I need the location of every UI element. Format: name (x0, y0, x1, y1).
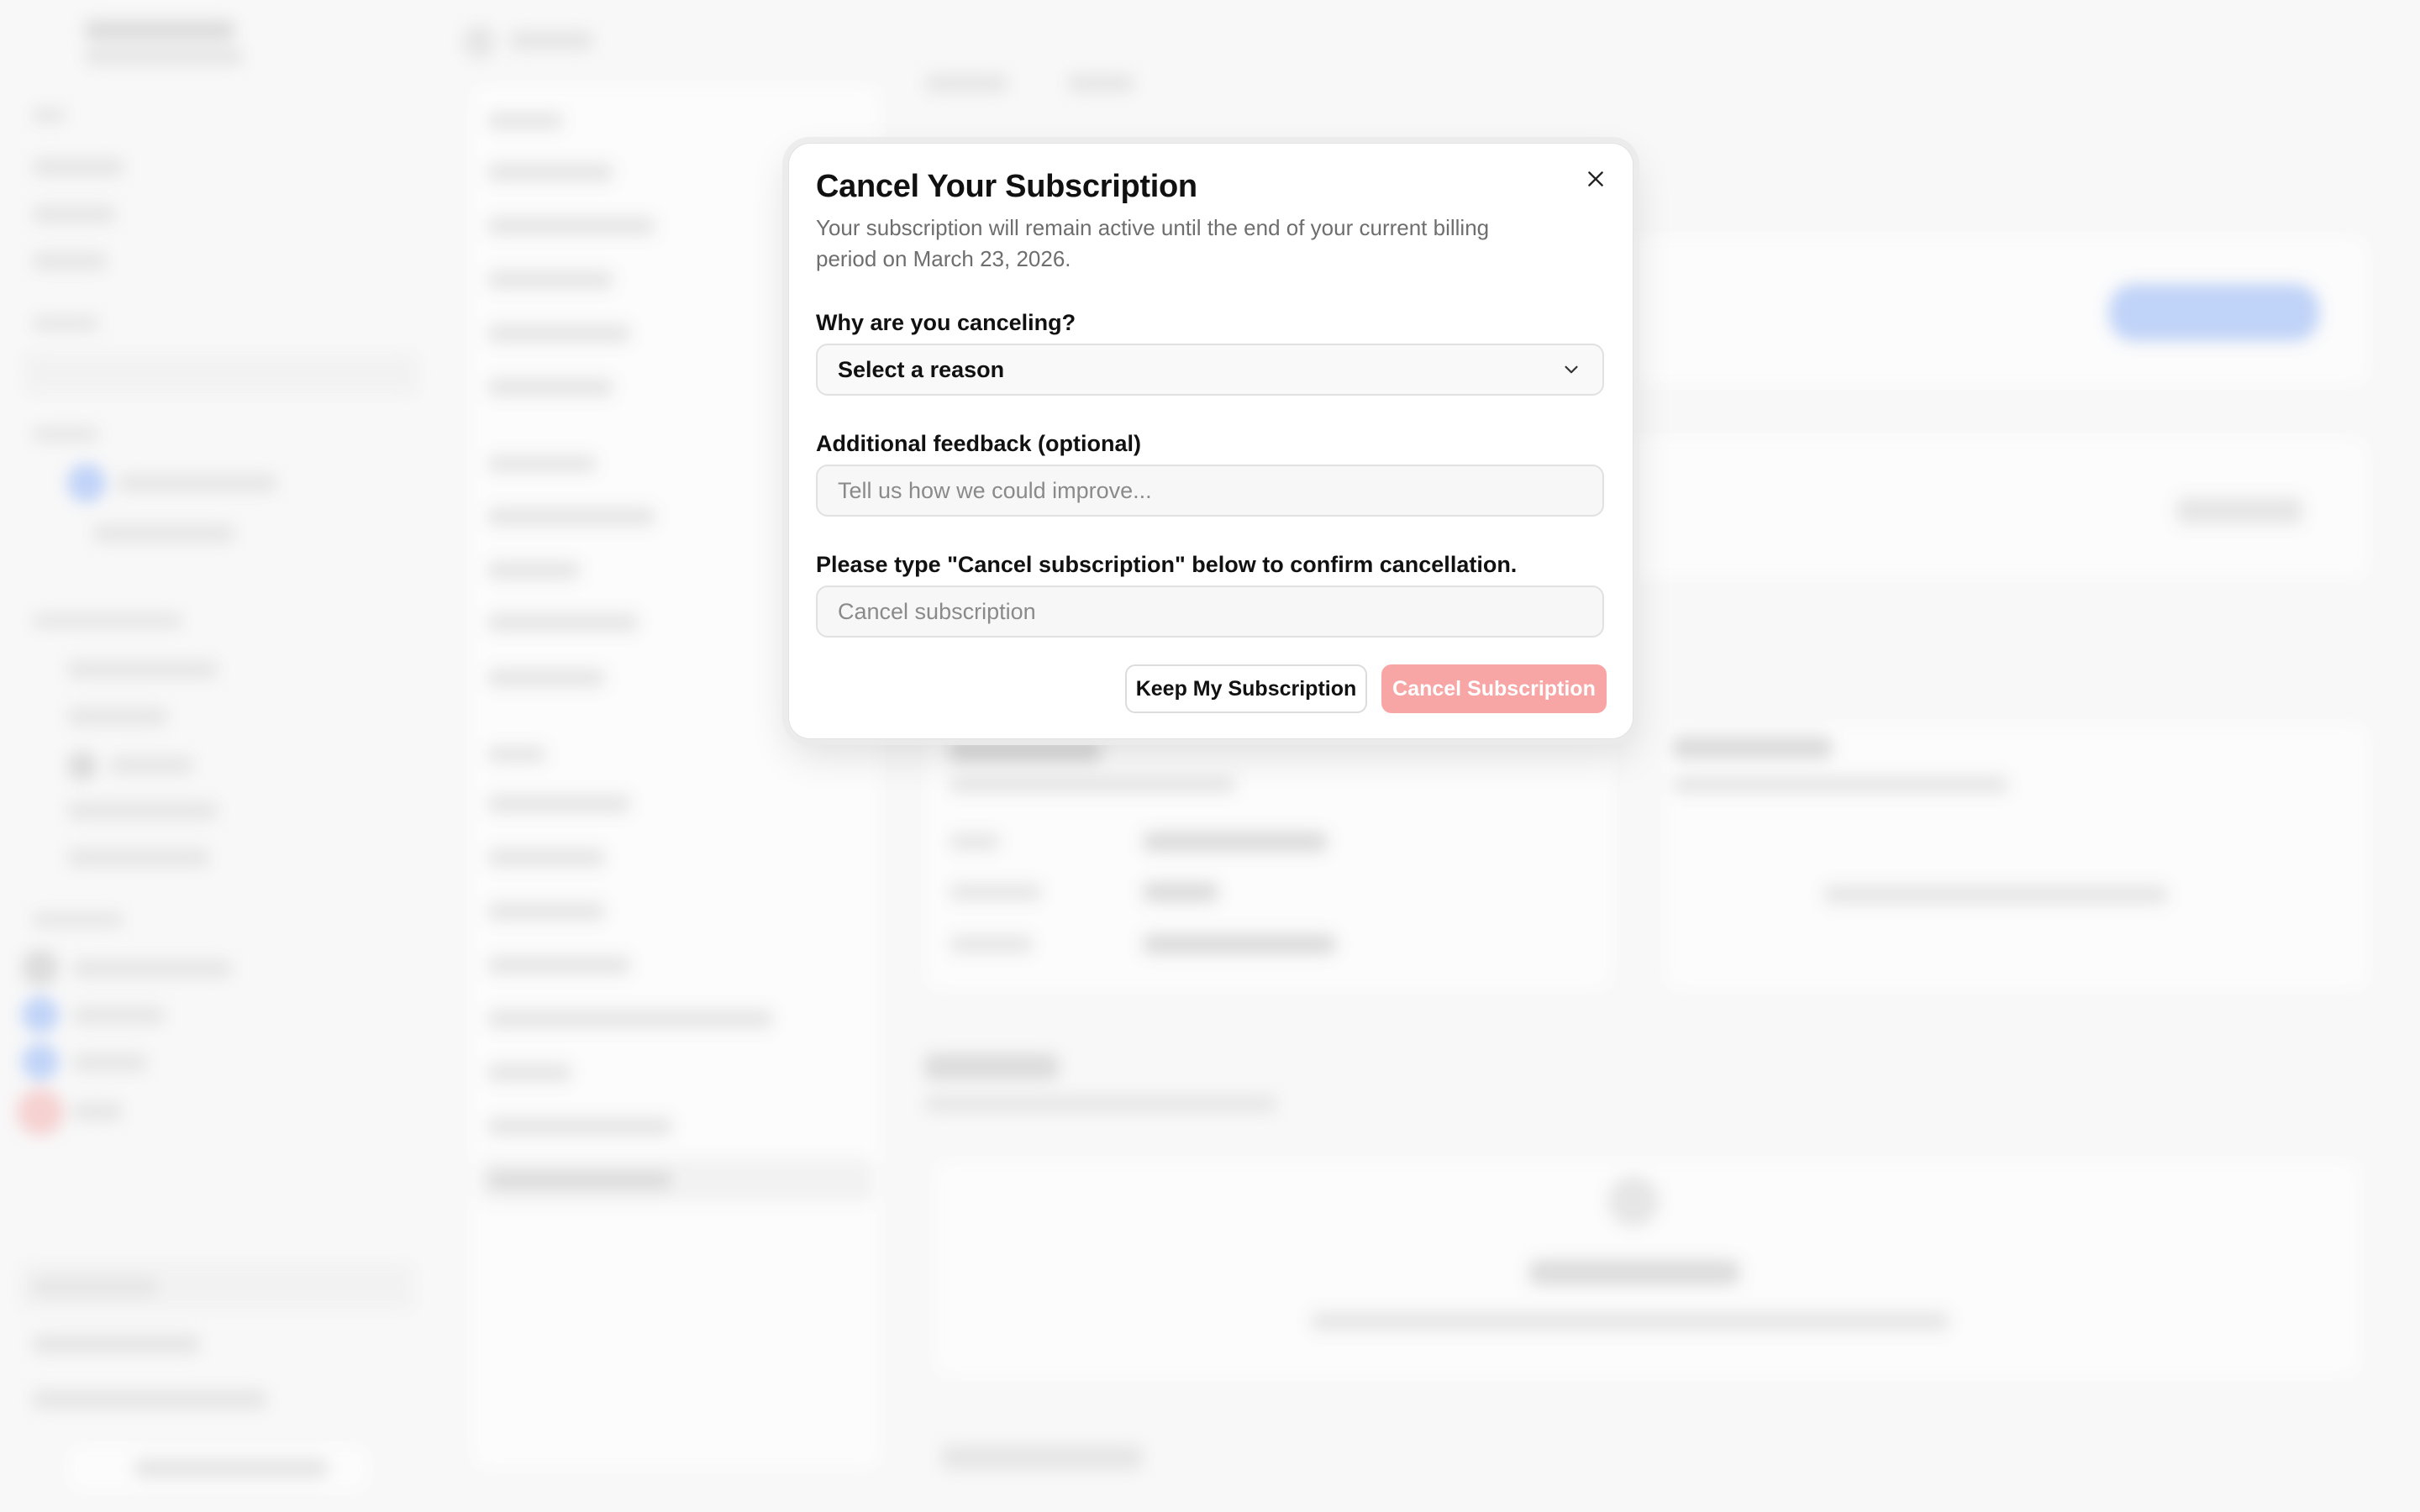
close-icon (1588, 171, 1603, 186)
confirm-label: Please type "Cancel subscription" below … (816, 552, 1518, 577)
confirm-placeholder: Cancel subscription (838, 598, 1036, 624)
chevron-down-icon (1565, 365, 1578, 374)
dialog-description: Your subscription will remain active unt… (816, 215, 1490, 271)
reason-label: Why are you canceling? (816, 310, 1076, 335)
feedback-input[interactable]: Tell us how we could improve... (816, 465, 1604, 517)
confirm-input[interactable]: Cancel subscription (816, 585, 1604, 638)
cancel-subscription-button[interactable]: Cancel Subscription (1381, 664, 1607, 713)
keep-subscription-button[interactable]: Keep My Subscription (1125, 664, 1367, 713)
feedback-label: Additional feedback (optional) (816, 431, 1142, 456)
cancel-subscription-dialog: Cancel Your Subscription Your subscripti… (788, 143, 1634, 739)
close-button[interactable] (1577, 160, 1614, 197)
reason-select[interactable]: Select a reason (816, 344, 1604, 396)
reason-select-value: Select a reason (838, 356, 1005, 382)
feedback-placeholder: Tell us how we could improve... (838, 477, 1152, 503)
dialog-title: Cancel Your Subscription (816, 169, 1197, 204)
